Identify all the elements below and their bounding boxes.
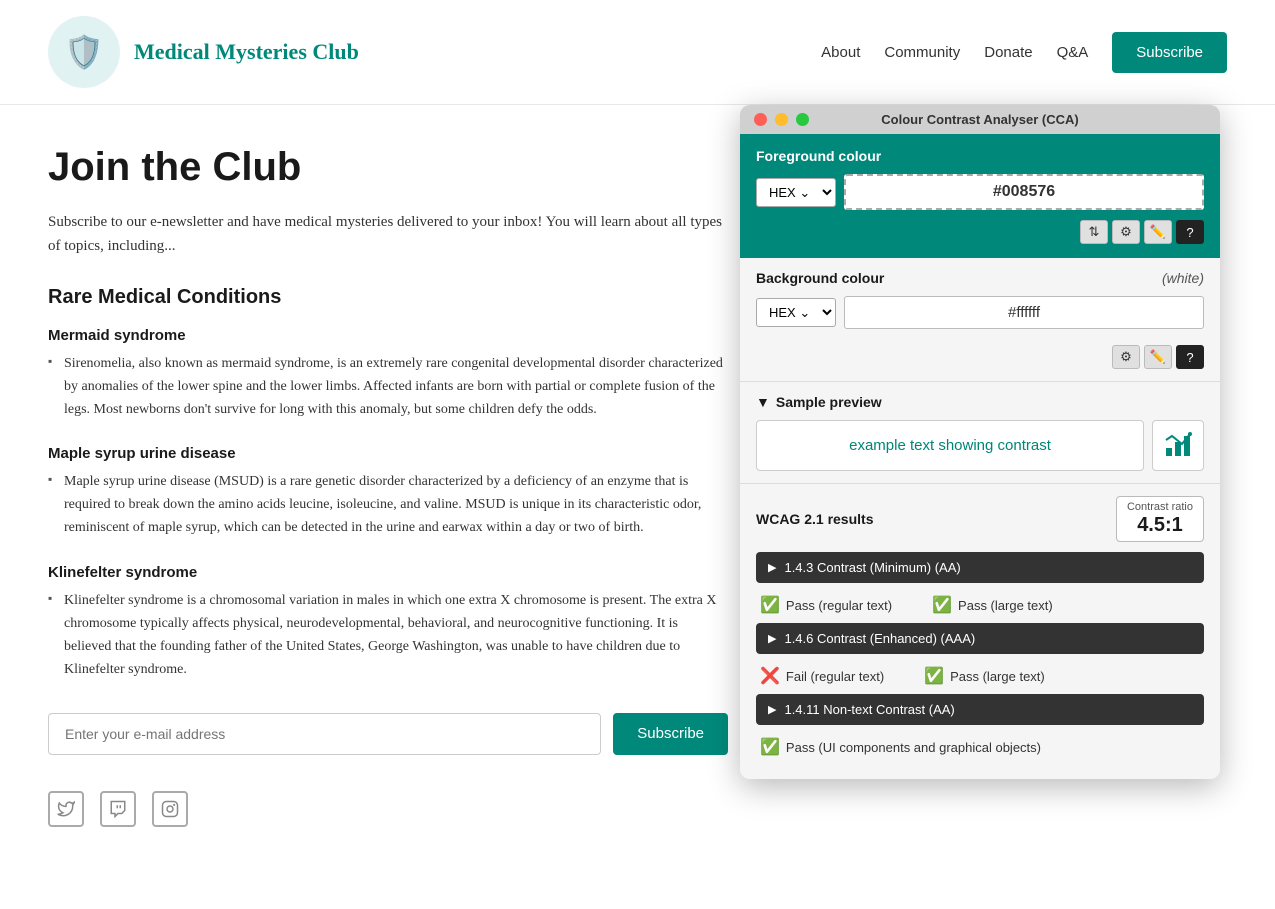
contrast-ratio-box: Contrast ratio 4.5:1: [1116, 496, 1204, 542]
content-area: Join the Club Subscribe to our e-newslet…: [48, 145, 728, 827]
criterion-1[interactable]: ▶ 1.4.3 Contrast (Minimum) (AA): [756, 552, 1204, 583]
criterion-label-2: 1.4.6 Contrast (Enhanced) (AAA): [784, 631, 975, 646]
fg-input-row: HEX ⌄: [756, 174, 1204, 210]
contrast-ratio-label: Contrast ratio: [1127, 501, 1193, 513]
bg-label: Background colour: [756, 270, 884, 286]
preview-header: ▼ Sample preview: [756, 394, 1204, 410]
twitter-icon[interactable]: [48, 791, 84, 827]
bg-white-label: (white): [1162, 270, 1204, 286]
preview-text-box: example text showing contrast: [756, 420, 1144, 471]
criterion-1-result-2-text: Pass (large text): [958, 598, 1053, 613]
pass-icon-2: ✅: [932, 595, 952, 615]
social-icons: [48, 791, 728, 827]
minimize-btn[interactable]: [775, 113, 788, 126]
main-content: Join the Club Subscribe to our e-newslet…: [0, 105, 1275, 867]
logo-image: 🛡️: [48, 16, 120, 88]
bg-format-select[interactable]: HEX ⌄: [756, 298, 836, 327]
criterion-arrow-3: ▶: [768, 703, 776, 716]
nav-donate[interactable]: Donate: [984, 44, 1032, 61]
bg-picker-btn[interactable]: ✏️: [1144, 345, 1172, 369]
preview-arrow: ▼: [756, 394, 770, 410]
condition-klinefelter: Klinefelter syndrome Klinefelter syndrom…: [48, 564, 728, 681]
criterion-2-results: ❌ Fail (regular text) ✅ Pass (large text…: [756, 660, 1204, 694]
cca-titlebar: Colour Contrast Analyser (CCA): [740, 105, 1220, 134]
condition-maple: Maple syrup urine disease Maple syrup ur…: [48, 445, 728, 539]
fg-section: Foreground colour HEX ⌄ ⇅ ⚙ ✏️ ?: [740, 134, 1220, 258]
criterion-label-1: 1.4.3 Contrast (Minimum) (AA): [784, 560, 960, 575]
cca-title: Colour Contrast Analyser (CCA): [881, 112, 1078, 127]
email-input[interactable]: [48, 713, 601, 755]
bg-input-row: HEX ⌄: [756, 296, 1204, 329]
fg-picker-btn[interactable]: ✏️: [1144, 220, 1172, 244]
criterion-3[interactable]: ▶ 1.4.11 Non-text Contrast (AA): [756, 694, 1204, 725]
bg-label-row: Background colour (white): [756, 270, 1204, 286]
contrast-ratio-value: 4.5:1: [1127, 513, 1193, 537]
chart-preview-btn[interactable]: [1152, 420, 1204, 471]
criterion-label-3: 1.4.11 Non-text Contrast (AA): [784, 702, 954, 717]
nav-qa[interactable]: Q&A: [1057, 44, 1089, 61]
criterion-3-result-1: ✅ Pass (UI components and graphical obje…: [760, 737, 1041, 757]
nav-links: About Community Donate Q&A Subscribe: [821, 32, 1227, 73]
criterion-2-result-2-text: Pass (large text): [950, 669, 1045, 684]
criterion-1-result-1: ✅ Pass (regular text): [760, 595, 892, 615]
pass-icon-1: ✅: [760, 595, 780, 615]
criterion-2-result-1: ❌ Fail (regular text): [760, 666, 884, 686]
fg-info-btn[interactable]: ?: [1176, 220, 1204, 244]
navbar: 🛡️ Medical Mysteries Club About Communit…: [0, 0, 1275, 105]
condition-desc-1: Sirenomelia, also known as mermaid syndr…: [48, 352, 728, 421]
criterion-2-result-2: ✅ Pass (large text): [924, 666, 1045, 686]
subscribe-row: Subscribe: [48, 713, 728, 755]
bg-tools: ⚙ ✏️ ?: [756, 339, 1204, 373]
pass-icon-3: ✅: [924, 666, 944, 686]
preview-body: example text showing contrast: [756, 420, 1204, 471]
criterion-3-result-1-text: Pass (UI components and graphical object…: [786, 740, 1041, 755]
fg-swap-btn[interactable]: ⇅: [1080, 220, 1108, 244]
preview-section: ▼ Sample preview example text showing co…: [740, 382, 1220, 484]
condition-name-3: Klinefelter syndrome: [48, 564, 728, 581]
site-title: Medical Mysteries Club: [134, 39, 359, 65]
condition-name-1: Mermaid syndrome: [48, 327, 728, 344]
criterion-1-result-1-text: Pass (regular text): [786, 598, 892, 613]
page-title: Join the Club: [48, 145, 728, 190]
condition-name-2: Maple syrup urine disease: [48, 445, 728, 462]
results-section: WCAG 2.1 results Contrast ratio 4.5:1 ▶ …: [740, 484, 1220, 779]
criterion-1-result-2: ✅ Pass (large text): [932, 595, 1053, 615]
section-title: Rare Medical Conditions: [48, 286, 728, 309]
wcag-label: WCAG 2.1 results: [756, 511, 873, 527]
bg-hex-input[interactable]: [844, 296, 1204, 329]
condition-desc-2: Maple syrup urine disease (MSUD) is a ra…: [48, 470, 728, 539]
criterion-3-results: ✅ Pass (UI components and graphical obje…: [756, 731, 1204, 765]
pass-icon-4: ✅: [760, 737, 780, 757]
criterion-1-results: ✅ Pass (regular text) ✅ Pass (large text…: [756, 589, 1204, 623]
fg-hex-input[interactable]: [844, 174, 1204, 210]
fail-icon-1: ❌: [760, 666, 780, 686]
intro-text: Subscribe to our e-newsletter and have m…: [48, 210, 728, 258]
nav-community[interactable]: Community: [884, 44, 960, 61]
results-header: WCAG 2.1 results Contrast ratio 4.5:1: [756, 496, 1204, 542]
nav-subscribe-button[interactable]: Subscribe: [1112, 32, 1227, 73]
maximize-btn[interactable]: [796, 113, 809, 126]
fg-format-select[interactable]: HEX ⌄: [756, 178, 836, 207]
criterion-arrow-2: ▶: [768, 632, 776, 645]
instagram-icon[interactable]: [152, 791, 188, 827]
logo-group: 🛡️ Medical Mysteries Club: [48, 16, 359, 88]
preview-label: Sample preview: [776, 394, 882, 410]
cca-window: Colour Contrast Analyser (CCA) Foregroun…: [740, 105, 1220, 779]
fg-tools: ⇅ ⚙ ✏️ ?: [756, 220, 1204, 250]
preview-text: example text showing contrast: [849, 437, 1051, 454]
bg-adjust-btn[interactable]: ⚙: [1112, 345, 1140, 369]
bg-info-btn[interactable]: ?: [1176, 345, 1204, 369]
criterion-2[interactable]: ▶ 1.4.6 Contrast (Enhanced) (AAA): [756, 623, 1204, 654]
nav-about[interactable]: About: [821, 44, 860, 61]
bg-section: Background colour (white) HEX ⌄ ⚙ ✏️ ?: [740, 258, 1220, 382]
subscribe-button[interactable]: Subscribe: [613, 713, 728, 755]
fg-adjust-btn[interactable]: ⚙: [1112, 220, 1140, 244]
condition-mermaid: Mermaid syndrome Sirenomelia, also known…: [48, 327, 728, 421]
close-btn[interactable]: [754, 113, 767, 126]
twitch-icon[interactable]: [100, 791, 136, 827]
criterion-arrow-1: ▶: [768, 561, 776, 574]
criterion-2-result-1-text: Fail (regular text): [786, 669, 884, 684]
fg-label: Foreground colour: [756, 148, 1204, 164]
condition-desc-3: Klinefelter syndrome is a chromosomal va…: [48, 589, 728, 681]
